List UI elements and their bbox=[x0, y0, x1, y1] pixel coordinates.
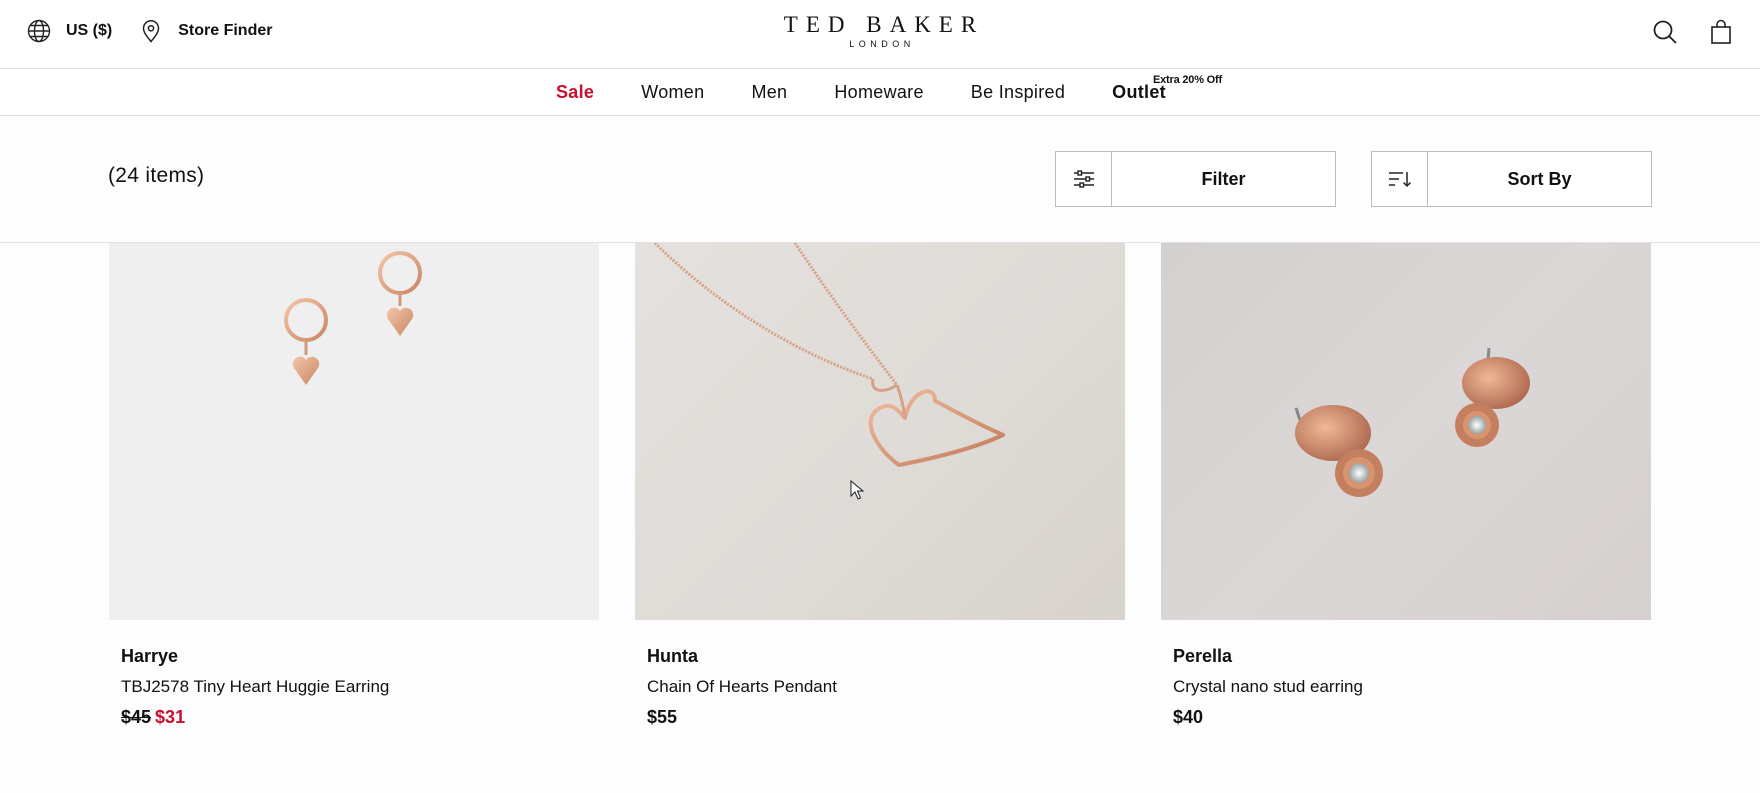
filter-sliders-icon bbox=[1056, 152, 1112, 206]
product-card[interactable]: Harrye TBJ2578 Tiny Heart Huggie Earring… bbox=[109, 243, 599, 728]
sort-icon bbox=[1372, 152, 1428, 206]
main-navigation: Sale Women Men Homeware Be Inspired Outl… bbox=[0, 70, 1760, 116]
outlet-promo-badge: Extra 20% Off bbox=[1153, 74, 1222, 86]
product-title[interactable]: Chain Of Hearts Pendant bbox=[647, 677, 1125, 697]
logo-brand: TED BAKER bbox=[783, 12, 985, 37]
ted-baker-logo[interactable]: TED BAKER LONDON bbox=[0, 12, 1760, 49]
stud-earrings-illustration bbox=[1294, 347, 1530, 497]
product-brand[interactable]: Hunta bbox=[647, 646, 1125, 667]
item-count: (24 items) bbox=[108, 164, 205, 187]
product-price: $45 $31 bbox=[121, 707, 599, 728]
filter-label: Filter bbox=[1201, 168, 1246, 189]
filter-button[interactable]: Filter bbox=[1055, 151, 1336, 207]
top-bar: US ($) Store Finder TED BAKER LONDON bbox=[0, 0, 1760, 69]
nav-item-homeware[interactable]: Homeware bbox=[834, 82, 923, 103]
heart-pendant-illustration bbox=[653, 243, 1005, 467]
header-actions bbox=[1650, 17, 1736, 47]
product-image[interactable] bbox=[1161, 243, 1651, 620]
product-brand[interactable]: Harrye bbox=[121, 646, 599, 667]
nav-item-women[interactable]: Women bbox=[641, 82, 704, 103]
product-brand[interactable]: Perella bbox=[1173, 646, 1651, 667]
product-price: $40 bbox=[1173, 707, 1204, 727]
mouse-cursor-icon bbox=[850, 480, 864, 500]
sort-button[interactable]: Sort By bbox=[1371, 151, 1652, 207]
search-icon[interactable] bbox=[1650, 17, 1680, 47]
product-title[interactable]: Crystal nano stud earring bbox=[1173, 677, 1651, 697]
nav-item-men[interactable]: Men bbox=[751, 82, 787, 103]
sort-label: Sort By bbox=[1507, 168, 1572, 189]
original-price: $45 bbox=[121, 707, 152, 727]
product-image[interactable] bbox=[109, 243, 599, 620]
nav-item-be-inspired[interactable]: Be Inspired bbox=[971, 82, 1065, 103]
product-card[interactable]: Perella Crystal nano stud earring $40 bbox=[1161, 243, 1651, 728]
product-card[interactable]: Hunta Chain Of Hearts Pendant $55 bbox=[635, 243, 1125, 728]
nav-item-sale[interactable]: Sale bbox=[556, 82, 594, 103]
product-title[interactable]: TBJ2578 Tiny Heart Huggie Earring bbox=[121, 677, 599, 697]
huggie-earrings-illustration bbox=[284, 251, 422, 385]
listing-toolbar: (24 items) Filter Sort By bbox=[0, 117, 1760, 243]
logo-city: LONDON bbox=[849, 39, 915, 49]
product-image[interactable] bbox=[635, 243, 1125, 620]
shopping-bag-icon[interactable] bbox=[1706, 17, 1736, 47]
product-price: $55 bbox=[647, 707, 678, 727]
sale-price: $31 bbox=[155, 707, 186, 727]
